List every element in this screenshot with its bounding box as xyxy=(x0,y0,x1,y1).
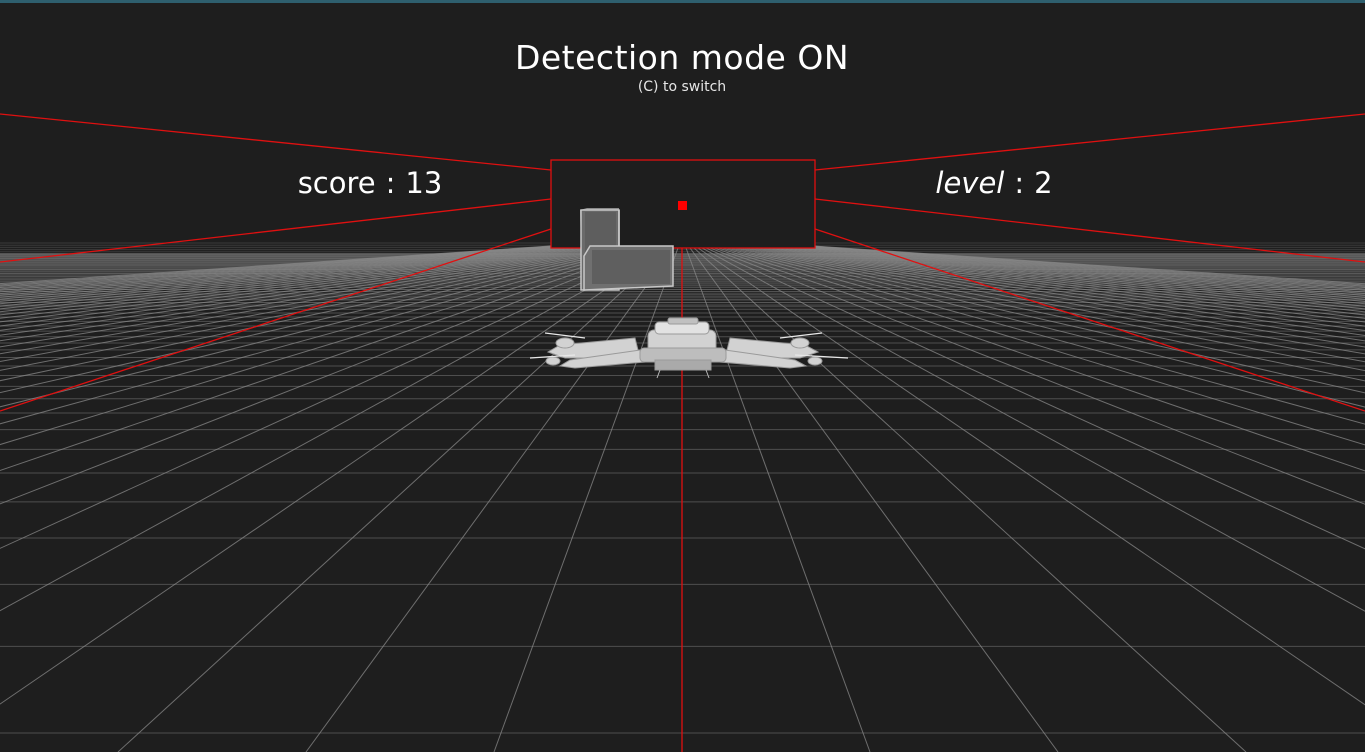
grid-line xyxy=(741,242,1365,307)
score-value: 13 xyxy=(405,166,443,200)
level-label: level xyxy=(935,166,1005,200)
grid-line xyxy=(683,242,871,752)
grid-line xyxy=(692,242,1365,612)
grid-line xyxy=(0,242,632,319)
grid-line xyxy=(765,242,1365,287)
level-value: 2 xyxy=(1034,166,1053,200)
grid-line xyxy=(706,242,1365,408)
grid-line xyxy=(747,242,1365,300)
grid-line xyxy=(714,242,1365,363)
grid-line xyxy=(0,242,667,505)
grid-line xyxy=(756,242,1365,293)
grid-line xyxy=(763,242,1365,289)
target-marker-icon xyxy=(678,201,687,210)
grid-line xyxy=(710,242,1365,382)
grid-line xyxy=(0,242,599,287)
grid-line xyxy=(305,242,679,752)
grid-line xyxy=(0,242,612,296)
grid-line xyxy=(0,242,606,291)
grid-line xyxy=(769,242,1365,285)
grid-line xyxy=(0,242,601,288)
grid-line xyxy=(493,242,681,752)
grid-line xyxy=(734,242,1365,316)
grid-line xyxy=(0,242,634,323)
grid-line xyxy=(730,242,1365,323)
grid-line xyxy=(699,242,1365,472)
grid-line xyxy=(0,242,663,446)
grid-line xyxy=(728,242,1365,327)
grid-line xyxy=(0,242,656,394)
grid-line xyxy=(745,242,1365,302)
grid-line xyxy=(0,242,595,285)
mode-switch-hint: (C) to switch xyxy=(637,79,727,95)
grid-line xyxy=(0,242,670,549)
grid-line xyxy=(0,242,610,295)
grid-line xyxy=(0,242,658,408)
grid-line xyxy=(712,242,1365,372)
grid-line xyxy=(694,242,1365,550)
grid-line xyxy=(743,242,1365,305)
score-separator: : xyxy=(385,166,396,200)
grid-line xyxy=(0,242,652,371)
grid-line xyxy=(0,242,619,302)
grid-line xyxy=(752,242,1365,296)
level-separator: : xyxy=(1014,166,1025,200)
grid-line xyxy=(0,242,654,382)
grid-line xyxy=(697,242,1365,505)
score-label: score xyxy=(297,166,376,200)
grid-line xyxy=(0,242,665,472)
grid-line xyxy=(0,242,623,307)
grid-line xyxy=(0,242,621,305)
grid-line xyxy=(701,242,1365,446)
grid-line xyxy=(767,242,1365,286)
grid-line xyxy=(754,242,1365,295)
grid-line xyxy=(736,242,1365,313)
grid-line xyxy=(0,242,630,316)
grid-line xyxy=(725,242,1365,332)
grid-line xyxy=(0,242,608,293)
game-viewport[interactable] xyxy=(0,0,1365,752)
level-display: level:2 xyxy=(894,166,1094,200)
grid-line xyxy=(0,242,597,286)
grid-line xyxy=(685,242,1059,752)
grid-line xyxy=(0,242,674,705)
grid-line xyxy=(690,242,1365,706)
grid-line xyxy=(0,242,636,327)
score-display: score:13 xyxy=(270,166,470,200)
detection-mode-title: Detection mode ON xyxy=(514,38,850,77)
grid-line xyxy=(0,242,617,300)
drone-icon xyxy=(529,317,849,379)
grid-line xyxy=(0,242,628,313)
grid-line xyxy=(0,242,650,363)
grid-line xyxy=(708,242,1365,394)
grid-line xyxy=(732,242,1365,319)
grid-line xyxy=(0,242,672,612)
